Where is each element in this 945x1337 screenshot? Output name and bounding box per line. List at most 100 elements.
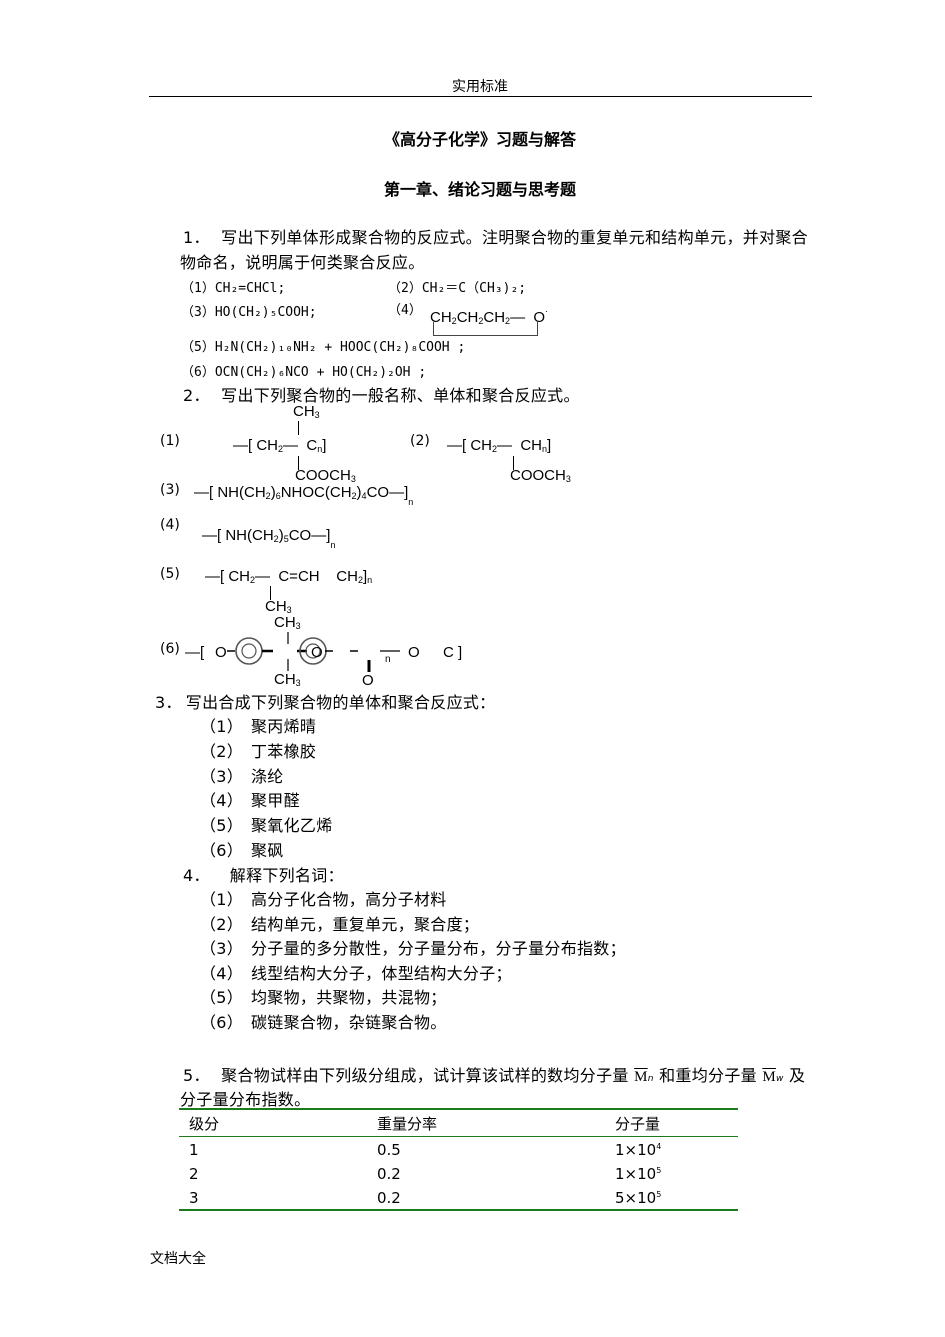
q1-item-formula: HO(CH₂)₅COOH; [214,305,317,320]
header-rule [149,96,812,97]
q1-item-4-label: （4） [388,303,422,318]
q4-item: （5） 均聚物，共聚物，共混物； [200,984,447,1008]
q3-item: （4） 聚甲醛 [200,787,300,811]
cell-weight-fraction: 0.2 [377,1164,401,1183]
q2-number: 2． [183,386,210,405]
q3-item: （1） 聚丙烯晴 [200,713,316,737]
q5-text-c: 及 [789,1066,806,1085]
mw-base: 1×10 [615,1164,657,1183]
q4-item-text: 分子量的多分散性，分子量分布，分子量分布指数； [251,939,626,959]
q1-item-label: （2） [388,281,422,296]
q2-item-1-label: (1) [160,433,180,449]
q1-item-label: （6） [181,365,215,380]
q2-item-4-label: (4) [160,517,180,533]
mw-subscript: w [775,1074,784,1084]
q4-item-label: （6） [200,1013,244,1032]
q4-item-text: 线型结构大分子，体型结构大分子； [251,963,512,983]
q1-item-formula: OCN(CH₂)₆NCO + HO(CH₂)₂OH ; [214,365,427,380]
q3-item-text: 丁苯橡胶 [251,741,317,761]
q4-item-text: 结构单元，重复单元，聚合度； [251,914,480,934]
cell-molecular-weight: 5×105 [605,1185,738,1211]
q4-item-text: 高分子化合物，高分子材料 [251,890,447,909]
oxygen-atom: O [311,644,323,661]
mw-base: 5×10 [615,1188,657,1207]
q2-text: 写出下列聚合物的一般名称、单体和聚合反应式。 [221,386,580,405]
q3-item: （2） 丁苯橡胶 [200,738,316,762]
q2-item-3-structure: —[ NH(CH2)6NHOC(CH2)4CO—]n [194,484,414,507]
benzene-ring-1-inner [241,643,257,659]
mw-exponent: 5 [656,1189,662,1199]
bracket-open: —[ [185,644,205,661]
q1-item-formula: CH₂＝C（CH₃)₂; [421,281,527,296]
q1-item-1: （1）CH₂=CHCl; [181,277,285,296]
q3-item-text: 聚砜 [251,841,284,860]
q1-item-3: （3）HO(CH₂)₅COOH; [181,301,317,320]
q3-item-text: 聚氧化乙烯 [251,816,333,836]
q4-item: （4） 线型结构大分子，体型结构大分子； [200,960,512,984]
q1-item-5: （5）H₂N(CH₂)₁₀NH₂ + HOOC(CH₂)₈COOH ; [181,336,465,355]
cell-fraction: 1 [189,1140,199,1159]
q4-item-text: 均聚物，共聚物，共混物； [251,988,447,1008]
mw-exponent: 4 [656,1141,662,1151]
q3-text: 写出合成下列聚合物的单体和聚合反应式： [185,693,496,712]
q3-item-label: （4） [200,791,244,811]
cell-molecular-weight: 1×105 [605,1161,738,1185]
q4-number: 4． [183,866,210,885]
column-header-fraction: 级分 [179,1108,367,1137]
q2-item-1-ester: COOCH3 [295,467,356,484]
q3-item-text: 聚甲醛 [251,791,300,811]
chapter-title: 第一章、绪论习题与思考题 [383,180,576,199]
q3-item-label: （6） [200,841,244,860]
q2-item-1-bond-top [298,421,299,435]
mn-subscript: n [647,1074,654,1084]
q1-item-4-ring-bond [433,322,538,336]
q2-item-6-bisphenol-structure: —[ O O n O C ] [185,632,462,672]
q2-item-3-label: (3) [160,482,180,498]
q3-item-text: 涤纶 [251,766,284,786]
column-header-molecular-weight: 分子量 [605,1108,738,1137]
q1-number: 1． [183,228,210,247]
q3-item-label: （2） [200,741,244,761]
q3-number: 3． [155,693,182,712]
q2-item-1-methyl-top: CH3 [293,403,320,420]
mw-exponent: 5 [656,1165,662,1175]
q4-item: （1） 高分子化合物，高分子材料 [200,886,447,910]
q4-item-label: （4） [200,963,244,983]
q4-text: 解释下列名词： [229,866,344,885]
q4-item: （6） 碳链聚合物，杂链聚合物。 [200,1009,447,1033]
q4-item-label: （2） [200,914,244,934]
cell-fraction: 3 [179,1185,367,1211]
q5-text-a: 聚合物试样由下列级分组成，试计算该试样的数均分子量 [221,1066,629,1085]
q3-item-label: （3） [200,766,244,786]
table-row: 3 0.2 5×105 [179,1185,738,1211]
q1-item-label: （1） [181,281,215,296]
q3-item: （6） 聚砜 [200,837,284,861]
cell-weight-fraction: 0.5 [377,1140,401,1159]
q2-item-5-structure: —[ CH2— C=CH CH2]n [205,568,373,585]
oxygen-atom: O [408,644,420,661]
table-header-row: 级分 重量分率 分子量 [179,1108,738,1137]
q4-item: （2） 结构单元，重复单元，聚合度； [200,911,479,935]
q2-item-1-structure: —[ CH2— Cn] [233,437,327,454]
q1-text-line2: 物命名，说明属于何类聚合反应。 [180,253,425,272]
q2-item-5-methyl: CH3 [265,598,292,615]
q5-text-line2: 分子量分布指数。 [180,1090,311,1109]
q2-item-2-structure: —[ CH2— CHn] [447,437,552,454]
q1-item-formula: CH₂=CHCl; [214,281,286,296]
cell-molecular-weight: 1×104 [605,1137,738,1162]
page-footer: 文档大全 [150,1251,206,1267]
q3-item: （5） 聚氧化乙烯 [200,812,333,836]
cell-weight-fraction: 0.2 [367,1185,605,1211]
column-header-weight-fraction: 重量分率 [367,1108,605,1137]
q1-item-label: （5） [181,340,215,355]
number-average-mw-symbol: M [634,1069,648,1085]
q4-item: （3） 分子量的多分散性，分子量分布，分子量分布指数； [200,935,626,959]
fraction-table: 级分 重量分率 分子量 1 0.5 1×104 2 0.2 1×105 3 0.2 5×105 [179,1108,738,1211]
q5-number: 5． [183,1066,210,1085]
q2-item-5-label: (5) [160,566,180,582]
q4-item-label: （3） [200,939,244,959]
page-header: 实用标准 [452,79,508,95]
table-row: 1 0.5 1×104 [179,1137,738,1162]
q1-text-line1: 写出下列单体形成聚合物的反应式。注明聚合物的重复单元和结构单元，并对聚合 [221,228,808,247]
mw-base: 1×10 [615,1140,657,1159]
